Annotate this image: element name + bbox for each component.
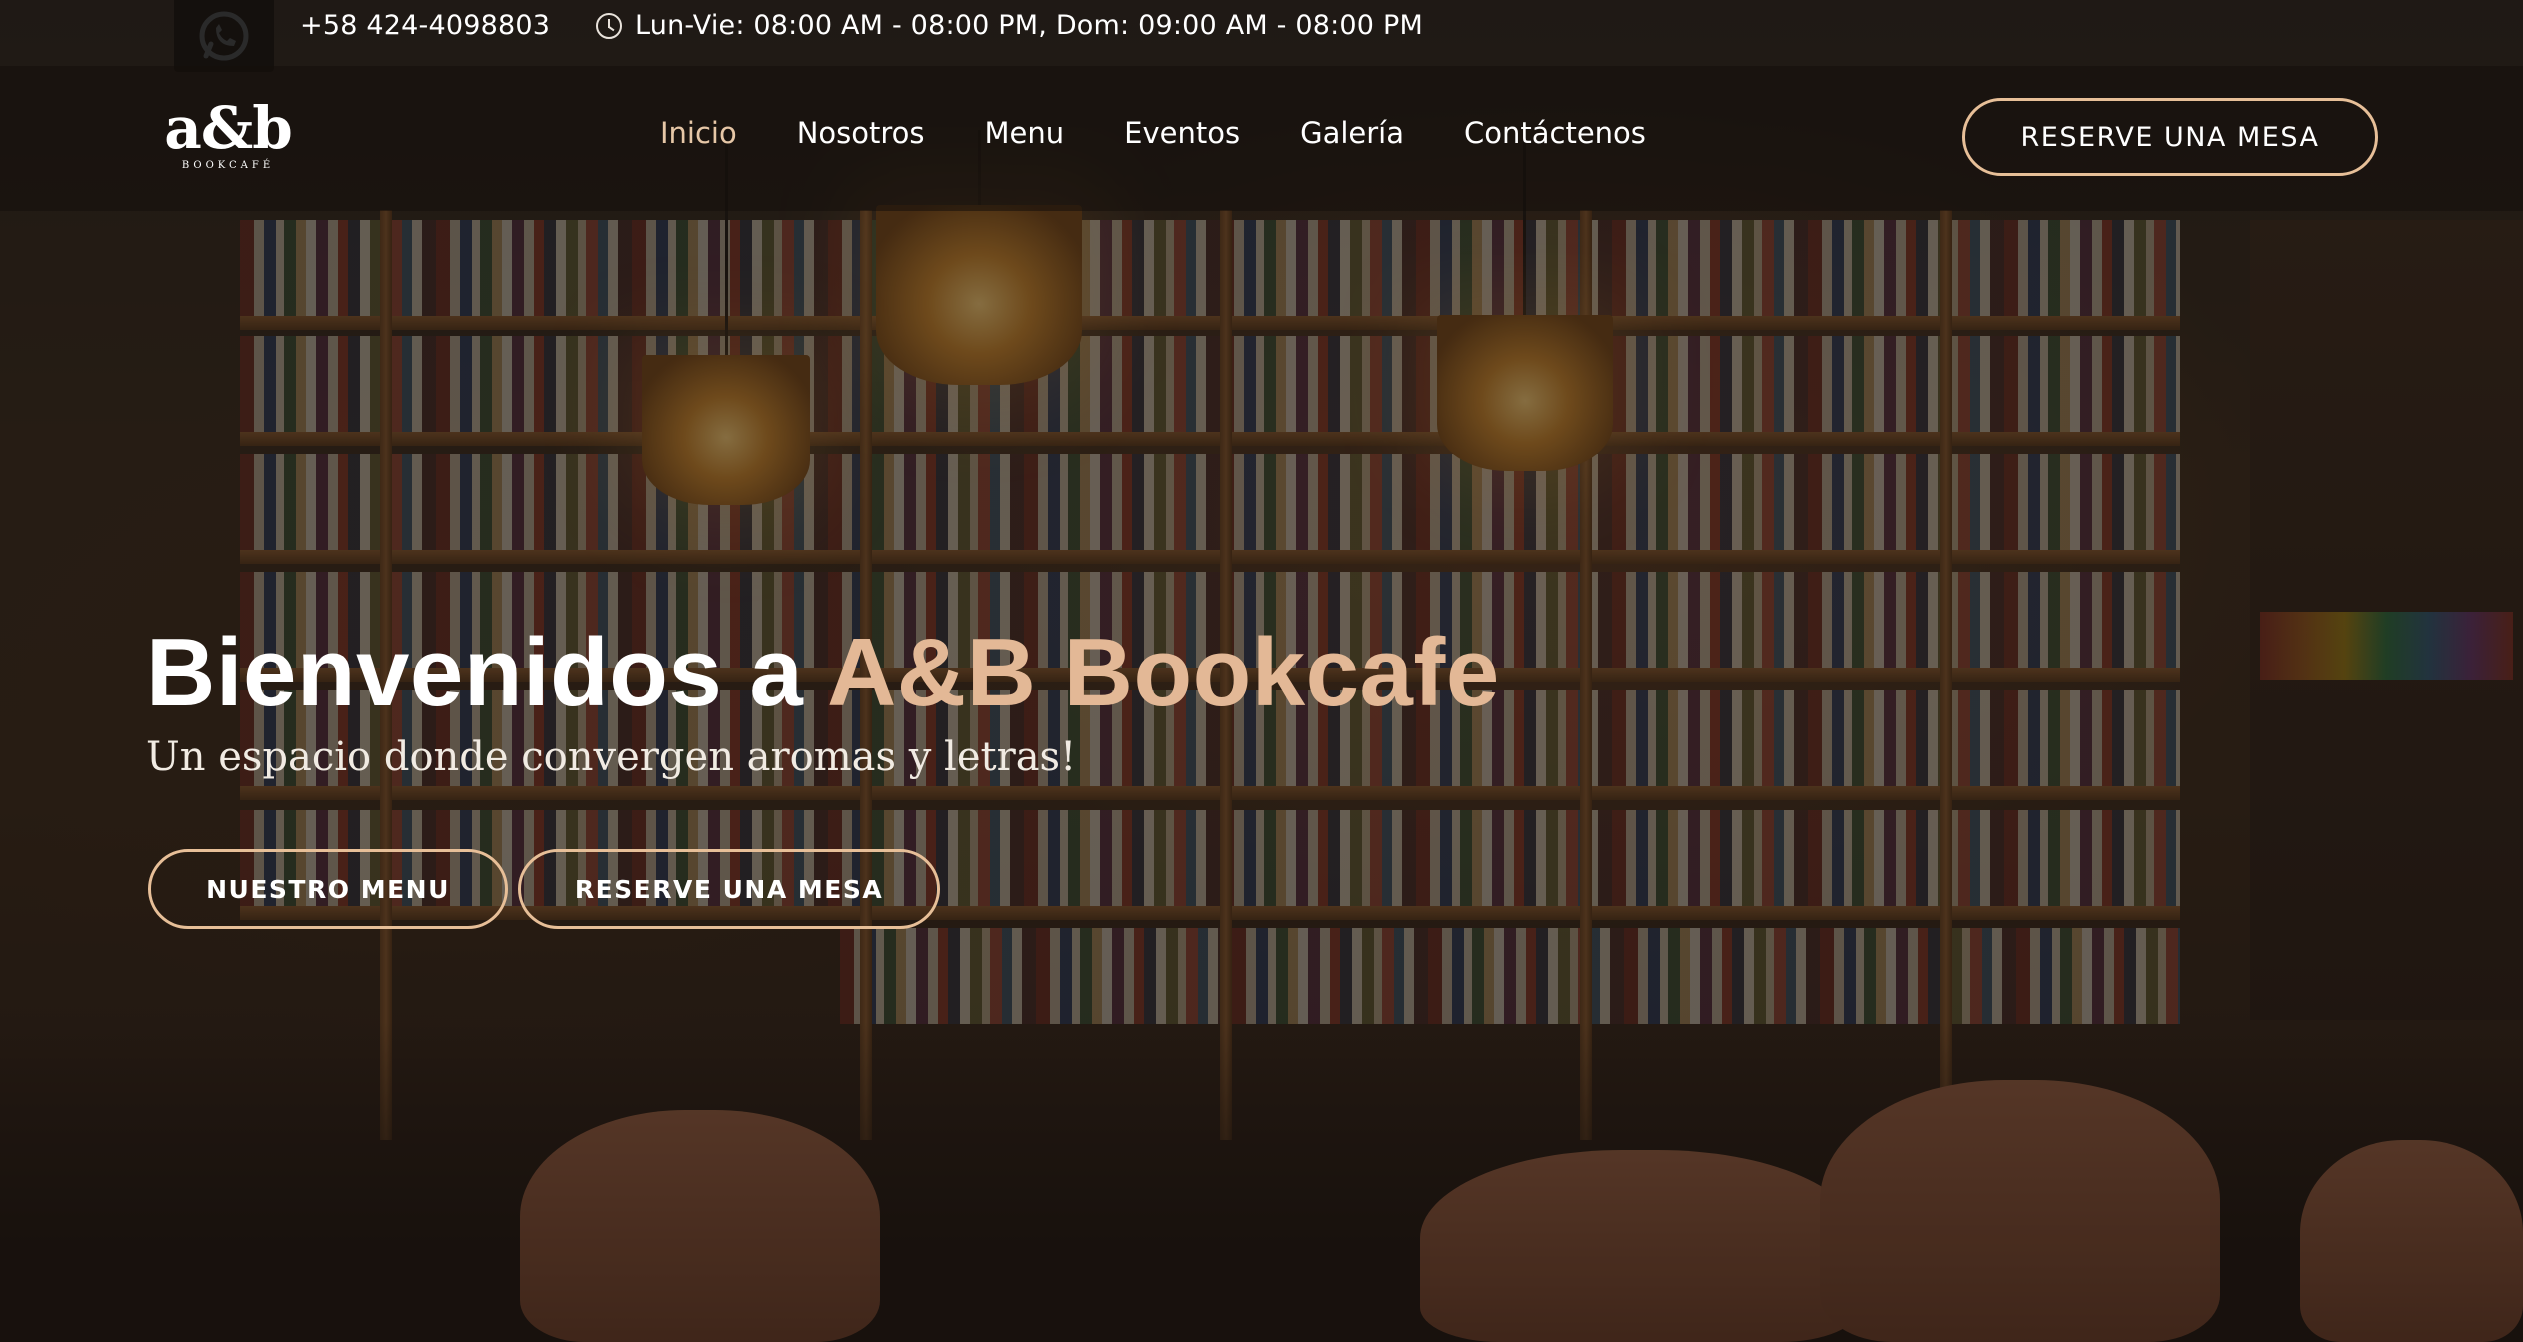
nav-item-galeria[interactable]: Galería: [1300, 116, 1404, 150]
nav-item-inicio[interactable]: Inicio: [660, 116, 737, 150]
menu-button[interactable]: NUESTRO MENU: [148, 849, 508, 929]
reserve-table-nav-button[interactable]: RESERVE UNA MESA: [1962, 98, 2378, 176]
nav-item-contactenos[interactable]: Contáctenos: [1464, 116, 1646, 150]
hero-title-main: Bienvenidos a: [146, 619, 827, 726]
opening-hours: Lun-Vie: 08:00 AM - 08:00 PM, Dom: 09:00…: [635, 10, 1423, 41]
hero-title-accent: A&B Bookcafe: [826, 619, 1500, 726]
nav-menu: Inicio Nosotros Menu Eventos Galería Con…: [660, 116, 1706, 150]
hero-title: Bienvenidos a A&B Bookcafe: [146, 618, 1500, 728]
whatsapp-button[interactable]: [174, 0, 274, 72]
main-navbar: a&b BOOKCAFÉ Inicio Nosotros Menu Evento…: [0, 66, 2523, 211]
reserve-table-button[interactable]: RESERVE UNA MESA: [518, 849, 940, 929]
site-logo[interactable]: a&b BOOKCAFÉ: [148, 98, 308, 178]
nav-item-nosotros[interactable]: Nosotros: [797, 116, 925, 150]
clock-icon: [596, 13, 622, 39]
phone-number[interactable]: +58 424-4098803: [300, 10, 550, 41]
top-info-bar: +58 424-4098803 Lun-Vie: 08:00 AM - 08:0…: [0, 0, 2523, 72]
nav-item-eventos[interactable]: Eventos: [1124, 116, 1240, 150]
hero-subtitle: Un espacio donde convergen aromas y letr…: [146, 734, 1077, 780]
logo-wordmark: a&b: [164, 94, 293, 162]
whatsapp-icon: [199, 11, 249, 61]
nav-item-menu[interactable]: Menu: [985, 116, 1065, 150]
